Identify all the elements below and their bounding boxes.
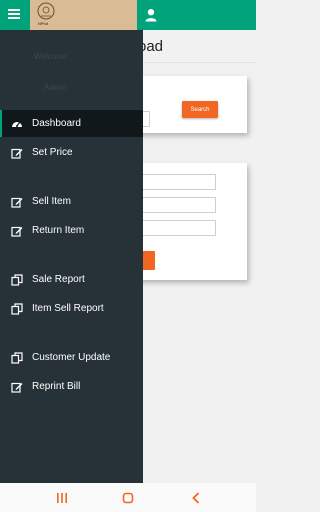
nav-item-reprint-bill[interactable]: Reprint Bill [0,373,143,400]
hamburger-icon [8,6,20,24]
copy-icon [11,273,23,286]
user-role-text: Admin [44,83,67,92]
search-button[interactable]: Search [182,101,218,118]
nav-item-label: Item Sell Report [32,303,104,314]
logo-mark-icon [36,1,56,21]
edit-icon [11,381,23,393]
nav-item-sale-report[interactable]: Sale Report [0,266,143,293]
divider [138,62,256,63]
nav-item-label: Dashboard [32,118,81,129]
nav-item-label: Customer Update [32,352,111,363]
speedometer-icon [11,118,23,130]
logo-text: NPkd [38,21,49,26]
nav-item-sell-item[interactable]: Sell Item [0,188,143,215]
edit-icon [11,196,23,208]
nav-item-return-item[interactable]: Return Item [0,217,143,244]
navigation-drawer: NPkd Welcome Admin Dashboard Set Price S… [0,0,143,483]
welcome-text: Welcome [34,52,68,61]
nav-item-label: Reprint Bill [32,381,81,392]
copy-icon [11,302,23,315]
home-icon[interactable] [120,490,136,506]
nav-item-label: Return Item [32,225,85,236]
nav-item-dashboard[interactable]: Dashboard [0,110,143,137]
nav-item-label: Sell Item [32,196,71,207]
back-icon[interactable] [188,490,204,506]
nav-item-label: Sale Report [32,274,85,285]
recents-icon[interactable] [54,490,70,506]
edit-icon [11,147,23,159]
drawer-header: NPkd [0,0,143,30]
nav-item-customer-update[interactable]: Customer Update [0,344,143,371]
nav-item-item-sell-report[interactable]: Item Sell Report [0,295,143,322]
menu-button[interactable] [0,0,28,30]
system-nav-bar [0,483,256,512]
nav-item-set-price[interactable]: Set Price [0,139,143,166]
logo: NPkd [30,0,137,30]
copy-icon [11,351,23,364]
user-icon[interactable] [144,8,158,22]
edit-icon [11,225,23,237]
nav-item-label: Set Price [32,147,73,158]
